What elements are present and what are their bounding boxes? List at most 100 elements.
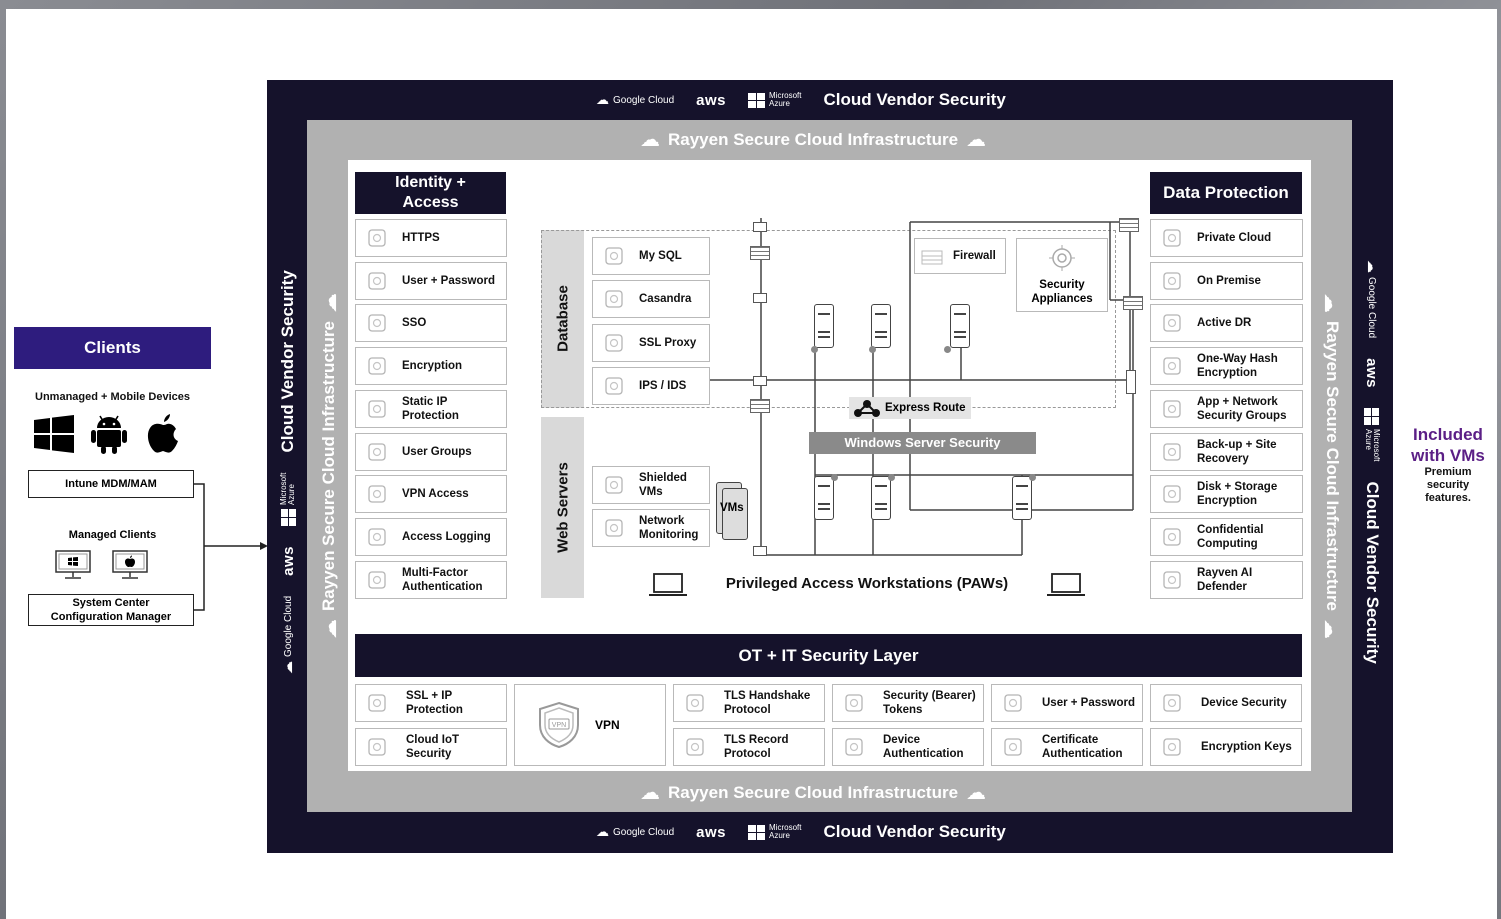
data-protection-item-label: Rayven AI Defender [1197, 566, 1253, 593]
shield-check-icon [1161, 355, 1183, 377]
ot-it-item-label: Device Security [1201, 697, 1287, 709]
ot-it-item: Device Authentication [832, 728, 984, 766]
aws-logo: aws [696, 91, 727, 109]
shield-icon [603, 474, 625, 496]
firewall-box: Firewall [914, 238, 1006, 274]
handshake-icon [603, 245, 625, 267]
google-cloud-text: Google Cloud [282, 595, 294, 657]
azure-logo: Microsoft Azure [1364, 408, 1381, 462]
server-icon [814, 476, 834, 520]
user-lock-icon [1000, 692, 1026, 714]
node-dot [811, 346, 818, 353]
google-cloud-logo: ☁ Google Cloud [1364, 260, 1380, 338]
included-sub-line2: security [1426, 479, 1470, 491]
azure-logo: Microsoft Azure [748, 92, 801, 108]
clients-connector [194, 483, 268, 611]
azure-logo: Microsoft Azure [748, 824, 801, 840]
handshake-icon [603, 288, 625, 310]
aws-logo: aws [1363, 358, 1381, 389]
handshake-icon [682, 692, 708, 714]
cloud-outline-icon: ☁ [640, 782, 660, 804]
firewall-icon [921, 245, 943, 267]
vendor-bar-right: ☁ Google Cloud aws Microsoft Azure Cloud V… [1360, 260, 1384, 664]
vendor-bar-bottom: ☁ Google Cloud aws Microsoft Azure Cloud V… [596, 820, 1006, 844]
padlock-icon [1161, 526, 1183, 548]
ot-it-item: Device Security [1150, 684, 1302, 722]
sccm-box: System Center Configuration Manager [28, 594, 194, 626]
infrastructure-title: Rayyen Secure Cloud Infrastructure [668, 130, 959, 149]
infrastructure-title: Rayyen Secure Cloud Infrastructure [319, 320, 338, 612]
included-sub-line3: features. [1425, 492, 1471, 504]
azure-text: Microsoft Azure [1364, 429, 1381, 462]
intune-box: Intune MDM/MAM [28, 470, 194, 498]
node-dot [944, 346, 951, 353]
document-icon [682, 736, 708, 758]
ip-shield-icon [366, 398, 388, 420]
ot-it-item-label: SSL + IP Protection [406, 690, 463, 716]
laptop-icon-right [1046, 572, 1086, 603]
sccm-line2: Configuration Manager [50, 611, 172, 623]
security-appliances-line2: Appliances [1031, 293, 1093, 305]
vpn-label: VPN [595, 718, 620, 732]
sccm-line1: System Center [72, 597, 150, 609]
infrastructure-title: Rayyen Secure Cloud Infrastructure [1323, 320, 1342, 612]
azure-text: Microsoft Azure [769, 91, 802, 108]
apple-icon [145, 413, 181, 458]
microsoft-icon [748, 92, 766, 108]
cloud-vendor-security-title-bottom: Cloud Vendor Security [823, 822, 1006, 841]
server-icon [871, 304, 891, 348]
windows-server-security-bar: Windows Server Security [809, 432, 1036, 454]
node-dot [888, 474, 895, 481]
data-protection-item-label: Active DR [1197, 317, 1252, 330]
azure-text: Microsoft Azure [769, 823, 802, 840]
microsoft-icon [748, 824, 766, 840]
included-with-vms: Included with VMs Premium security featu… [1400, 424, 1496, 505]
key-icon [366, 312, 388, 334]
unmanaged-devices-label: Unmanaged + Mobile Devices [35, 391, 190, 403]
node-dot [869, 346, 876, 353]
infrastructure-label-top: ☁ Rayyen Secure Cloud Infrastructure ☁ [640, 130, 986, 150]
firewall-brick-icon [1119, 218, 1139, 232]
cloud-outline-icon: ☁ [966, 782, 987, 804]
identity-item-label: HTTPS [402, 232, 440, 244]
key-lock-icon [1159, 736, 1185, 758]
ot-it-item-label: Security (Bearer) Tokens [883, 690, 976, 716]
ot-it-item-label: TLS Handshake Protocol [724, 690, 811, 716]
aws-logo: aws [696, 823, 727, 841]
microsoft-icon [1364, 408, 1380, 426]
mac-desktop-icon [112, 550, 148, 585]
ot-it-item-label: Encryption Keys [1201, 741, 1292, 753]
log-icon [366, 526, 388, 548]
google-cloud-text: Google Cloud [613, 94, 675, 106]
ot-it-item: Cloud IoT Security [355, 728, 507, 766]
identity-item: Static IP Protection [355, 389, 507, 428]
ot-it-item-label: TLS Record Protocol [724, 734, 789, 760]
firewall-brick-icon [750, 399, 770, 413]
microsoft-icon [280, 508, 296, 526]
cloud-vendor-security-title-right: Cloud Vendor Security [1363, 481, 1382, 664]
identity-title-line2: Access [402, 194, 459, 211]
identity-item: Encryption [355, 347, 507, 386]
identity-item-label: SSO [402, 317, 427, 330]
https-icon [366, 227, 388, 249]
switch-port-icon [753, 222, 767, 232]
ot-it-item: TLS Handshake Protocol [673, 684, 825, 722]
network-icon [1161, 441, 1183, 463]
identity-item-label: VPN Access [402, 488, 469, 501]
identity-item-label: User + Password [402, 274, 496, 287]
cloud-iot-icon [364, 736, 390, 758]
switch-port-icon [753, 376, 767, 386]
data-protection-item: Rayven AI Defender [1150, 560, 1303, 599]
lock-icon [366, 270, 388, 292]
identity-item: User + Password [355, 261, 507, 300]
data-protection-item-label: Back-up + Site Recovery [1197, 438, 1277, 465]
database-item: SSL Proxy [592, 323, 710, 362]
token-icon [841, 692, 867, 714]
data-protection-item-label: On Premise [1197, 274, 1261, 287]
ot-it-item: Encryption Keys [1150, 728, 1302, 766]
identity-item: SSO [355, 304, 507, 343]
data-protection-item: On Premise [1150, 261, 1303, 300]
clients-header: Clients [14, 327, 211, 369]
node-dot [831, 474, 838, 481]
data-protection-item-label: App + Network Security Groups [1197, 395, 1287, 422]
